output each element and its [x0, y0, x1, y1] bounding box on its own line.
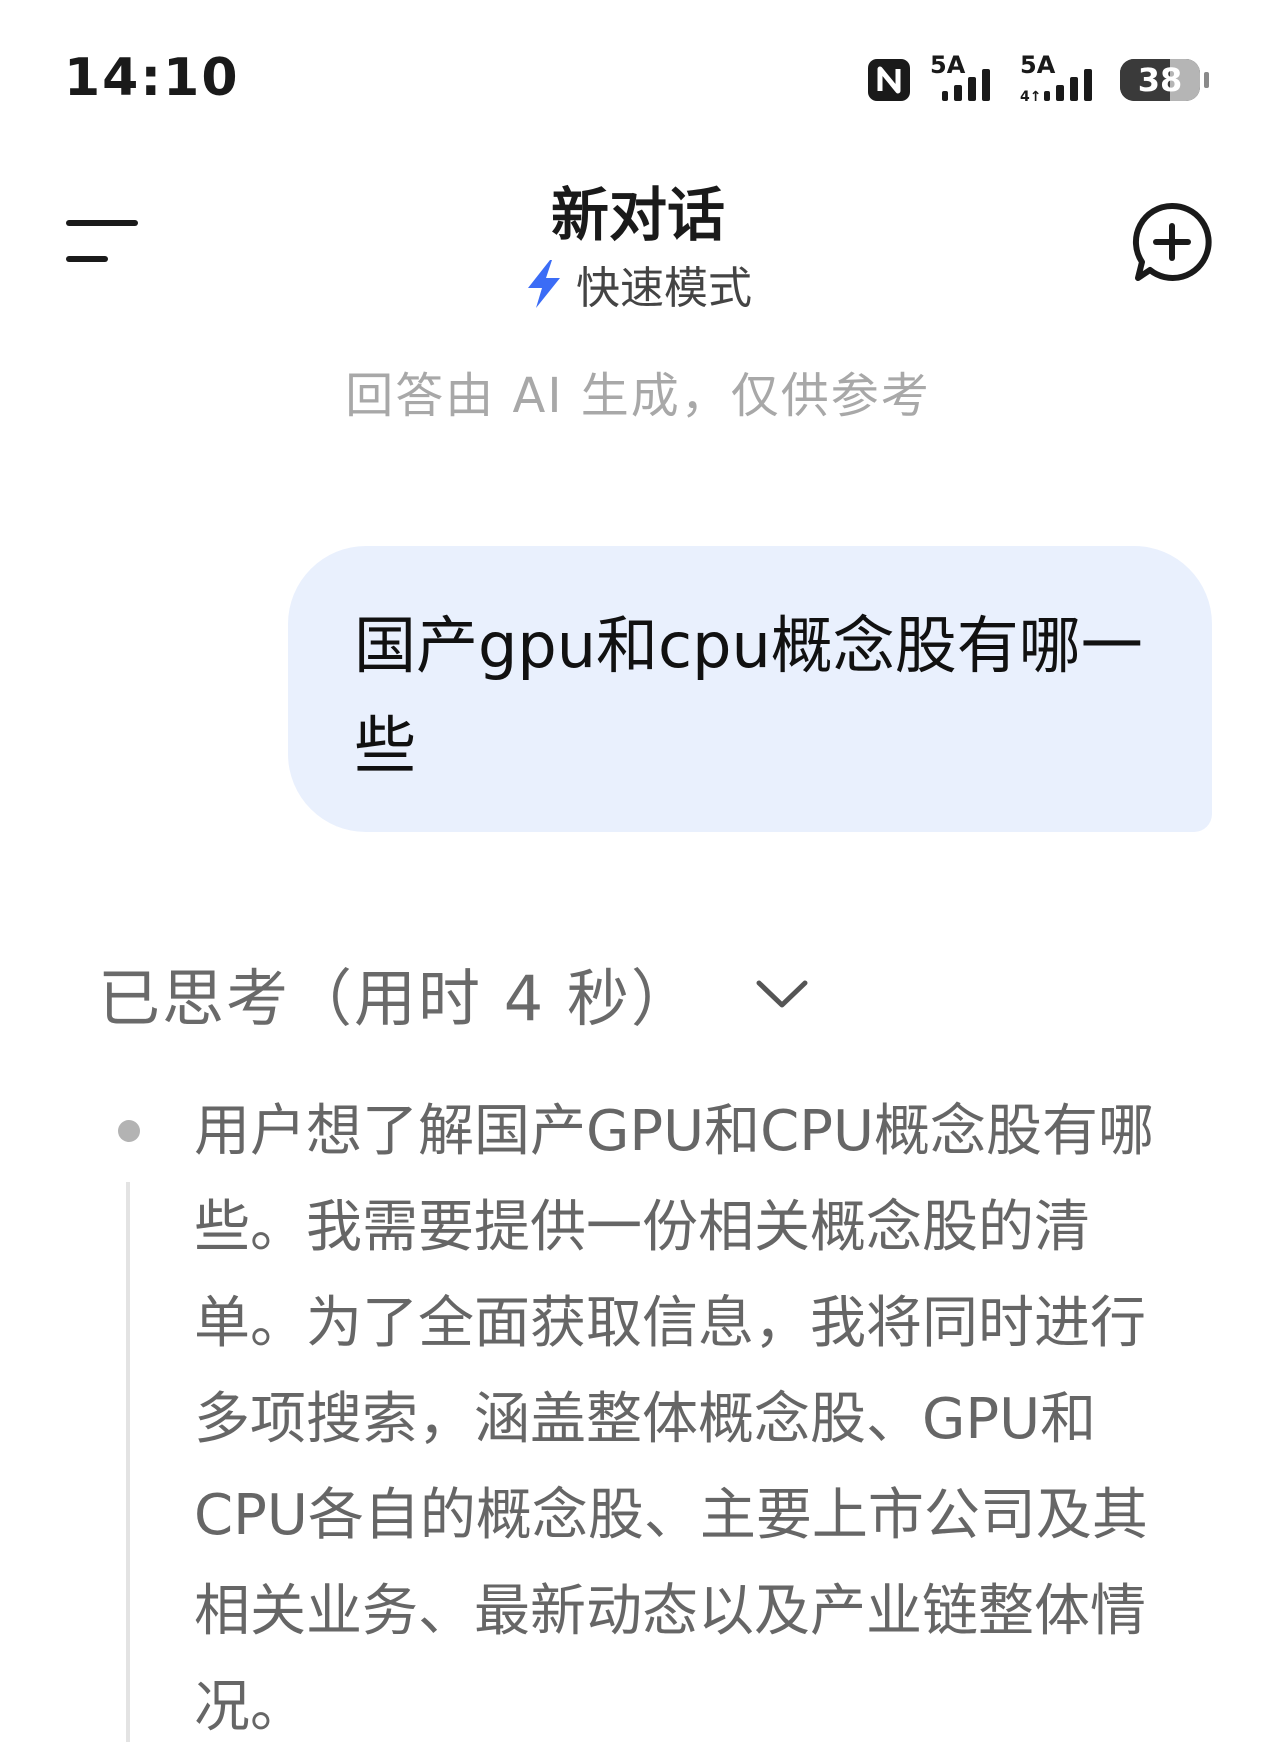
page-title: 新对话 [550, 181, 725, 249]
battery-nub [1204, 72, 1209, 88]
thinking-toggle[interactable]: 已思考（用时 4 秒） [98, 948, 813, 1038]
sim1-label: 5A [930, 51, 966, 79]
chevron-down-icon [756, 980, 808, 1008]
ai-disclaimer: 回答由 AI 生成，仅供参考 [345, 368, 931, 424]
thinking-divider [126, 1182, 130, 1742]
user-message-bubble[interactable]: 国产gpu和cpu概念股有哪一些 [288, 546, 1212, 832]
status-icons: 5A 5A 4↑ 38 [866, 51, 1209, 108]
status-time: 14:10 [64, 48, 240, 108]
nfc-icon [868, 59, 910, 101]
thinking-label: 已思考（用时 4 秒） [98, 962, 695, 1035]
thinking-bullet [118, 1120, 140, 1142]
sim2-label: 5A [1020, 51, 1056, 79]
new-chat-icon[interactable] [1128, 198, 1216, 286]
battery-icon: 38 [1120, 59, 1200, 101]
bolt-icon [528, 260, 560, 308]
mode-selector[interactable]: 快速模式 [0, 252, 1276, 316]
user-message-text: 国产gpu和cpu概念股有哪一些 [354, 609, 1143, 782]
chat-screen: 14:10 5A 5A 4↑ 38 新对话 快速模式 回答由 AI 生成，仅供参… [0, 0, 1276, 1742]
battery-level: 38 [1137, 61, 1183, 99]
thinking-text: 用户想了解国产GPU和CPU概念股有哪些。我需要提供一份相关概念股的清单。为了全… [194, 1099, 1155, 1740]
svg-text:4↑: 4↑ [1020, 89, 1041, 105]
mode-label: 快速模式 [576, 263, 752, 314]
signal-5a-icon: 5A [930, 51, 1002, 105]
status-bar: 14:10 5A 5A 4↑ 38 [0, 0, 1276, 150]
signal-5a-4g-icon: 5A 4↑ [1020, 51, 1104, 105]
